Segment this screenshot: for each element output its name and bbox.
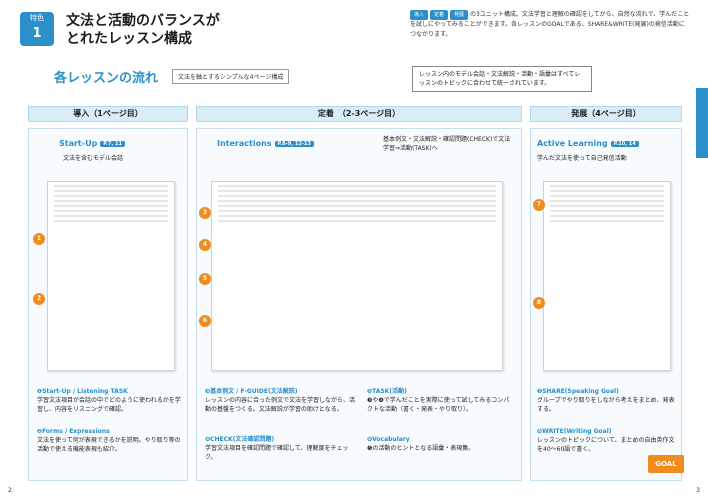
page-thumbnail-active bbox=[543, 181, 671, 371]
marker-2: 2 bbox=[33, 293, 45, 305]
feature-badge: 特色 1 bbox=[20, 12, 54, 46]
marker-8: 8 bbox=[533, 297, 545, 309]
badge-number: 1 bbox=[32, 26, 42, 41]
marker-3: 3 bbox=[199, 207, 211, 219]
page-thumbnail-interactions bbox=[211, 181, 503, 371]
column-sub-interactions: 基本例文・文法解説・確認問題(CHECK)で文法学習⇒活動(TASK)へ bbox=[383, 136, 511, 152]
column-startup: Start-Up P.7, 11 文法を含むモデル会話 1 2 ❶Start-Up… bbox=[28, 128, 188, 481]
marker-6: 6 bbox=[199, 315, 211, 327]
goal-badge: GOAL bbox=[648, 455, 684, 473]
section-title: 各レッスンの流れ bbox=[54, 71, 159, 86]
description-8: ❽WRITE(Writing Goal) レッスンのトピックについて、まとめの自由… bbox=[537, 428, 675, 453]
badge-small: 特色 bbox=[30, 14, 44, 22]
column-head-startup: Start-Up P.7, 11 bbox=[59, 139, 126, 148]
section-subtitle: 文法を軸とするシンプルな4ページ構成 bbox=[172, 69, 290, 84]
callout-box: レッスン内のモデル会話・文法解説・活動・語彙はすべてレッスンのトピックに合わせて… bbox=[412, 66, 592, 92]
header-description: 導入 定着 発展 の3ユニット構成。文法学習と理解の確認をしてから、自然な流れで、学ん… bbox=[410, 10, 690, 38]
column-sub-startup: 文法を含むモデル会話 bbox=[63, 155, 124, 162]
column-active-learning: Active Learning P.10, 14 学んだ文法を使って自己発信活動 … bbox=[530, 128, 682, 481]
column-head-interactions: Interactions P.8-9, 12-13 bbox=[217, 139, 314, 148]
description-7: ❼SHARE(Speaking Goal) グループでやり取りをしながら考えをまと… bbox=[537, 388, 675, 413]
side-rail bbox=[696, 88, 708, 158]
chip-develop: 発展 bbox=[450, 10, 469, 20]
stage-intro: 導入（1ページ目） bbox=[28, 106, 188, 122]
marker-1: 1 bbox=[33, 233, 45, 245]
column-head-active: Active Learning P.10, 14 bbox=[537, 139, 639, 148]
description-4: ❹CHECK(文法確認問題) 学習文法項目を確認問題で確認して、理解度をチェック。 bbox=[205, 436, 349, 461]
description-3: ❸基本例文 / F-GUIDE(文法解説) レッスンの内容に合った例文で文法を学習… bbox=[205, 388, 356, 413]
stage-practice: 定着 （2-3ページ目） bbox=[196, 106, 522, 122]
marker-7: 7 bbox=[533, 199, 545, 211]
description-6: ❻Vocabulary ❺の活動のヒントとなる語彙・表現集。 bbox=[367, 436, 475, 452]
page-number-left: 2 bbox=[8, 487, 12, 494]
chip-practice: 定着 bbox=[430, 10, 449, 20]
chip-intro: 導入 bbox=[410, 10, 429, 20]
column-sub-active: 学んだ文法を使って自己発信活動 bbox=[537, 155, 627, 162]
description-5: ❺TASK(活動) ❸や❹で学んだことを実際に使って試してみるコンパクトな活動（書… bbox=[367, 388, 510, 413]
page-number-right: 3 bbox=[696, 487, 700, 494]
stage-develop: 発展（4ページ目） bbox=[530, 106, 682, 122]
description-2: ❷Forms / Expressions 文法を使って何が表現できるかを説明。やり… bbox=[37, 428, 181, 453]
marker-5: 5 bbox=[199, 273, 211, 285]
column-interactions: Interactions P.8-9, 12-13 基本例文・文法解説・確認問題(… bbox=[196, 128, 522, 481]
page-title: 文法と活動のバランスが とれたレッスン構成 bbox=[66, 13, 220, 47]
page-thumbnail-startup bbox=[47, 181, 175, 371]
description-1: ❶Start-Up / Listening TASK 学習文法項目が会話の中でどの… bbox=[37, 388, 181, 413]
marker-4: 4 bbox=[199, 239, 211, 251]
